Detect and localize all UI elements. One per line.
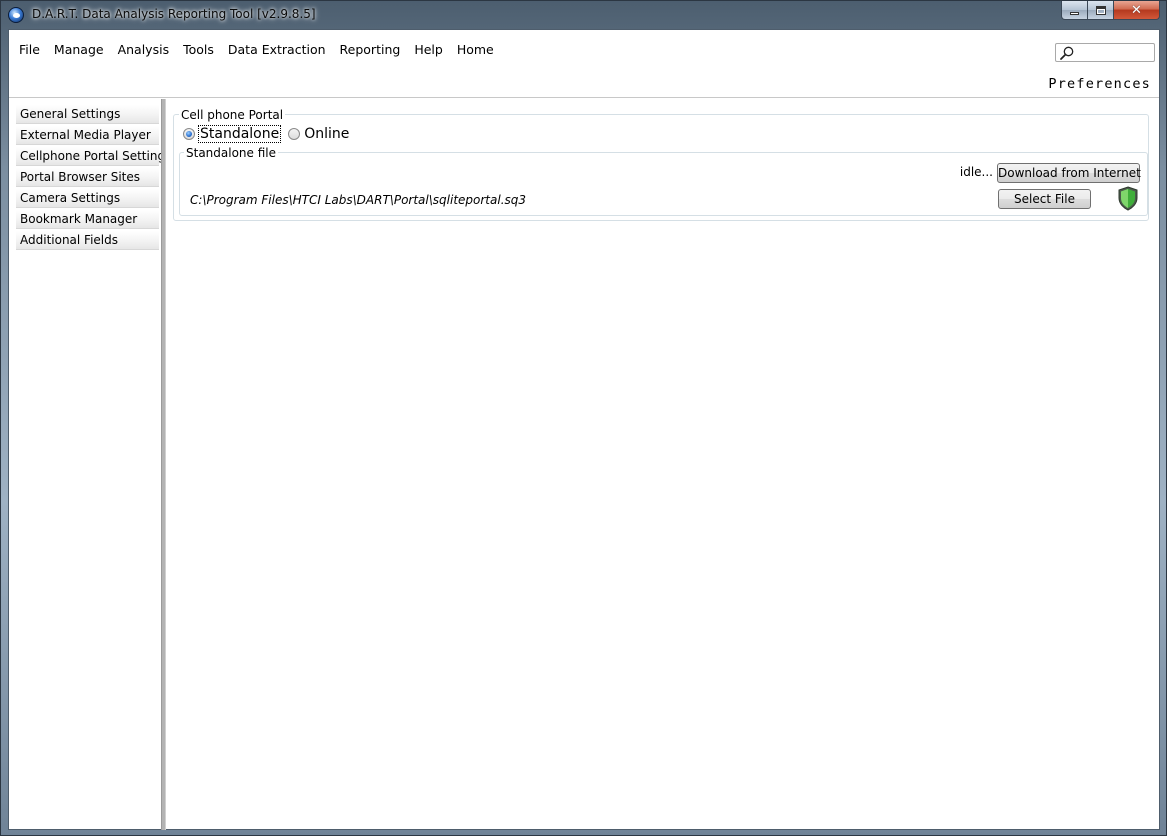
sidebar-item-camera-settings[interactable]: Camera Settings: [16, 189, 159, 208]
client-area: File Manage Analysis Tools Data Extracti…: [8, 29, 1160, 830]
menu-bar: File Manage Analysis Tools Data Extracti…: [9, 30, 1159, 98]
close-button[interactable]: ✕: [1114, 1, 1160, 20]
maximize-button[interactable]: [1088, 1, 1114, 20]
standalone-file-group: Standalone file idle... Download from In…: [179, 146, 1148, 216]
menu-analysis[interactable]: Analysis: [111, 41, 177, 58]
cell-phone-portal-legend: Cell phone Portal: [179, 108, 286, 122]
settings-content: Cell phone Portal Standalone Online Stan…: [166, 99, 1159, 829]
shield-icon: [1118, 186, 1138, 211]
app-icon[interactable]: [8, 7, 24, 23]
title-bar[interactable]: D.A.R.T. Data Analysis Reporting Tool [v…: [1, 1, 1166, 29]
standalone-file-path: C:\Program Files\HTCI Labs\DART\Portal\s…: [190, 193, 527, 207]
sidebar-item-cellphone-portal-settings[interactable]: Cellphone Portal Settings: [16, 147, 171, 166]
search-icon: [1060, 46, 1074, 60]
menu-home[interactable]: Home: [450, 41, 501, 58]
menu-tools[interactable]: Tools: [176, 41, 221, 58]
minimize-icon: [1070, 11, 1079, 15]
search-input[interactable]: [1055, 43, 1155, 62]
portal-mode-options: Standalone Online: [183, 125, 350, 143]
cell-phone-portal-group: Cell phone Portal Standalone Online Stan…: [173, 108, 1149, 221]
menu-reporting[interactable]: Reporting: [333, 41, 408, 58]
app-window: D.A.R.T. Data Analysis Reporting Tool [v…: [0, 0, 1167, 836]
sidebar-item-portal-browser-sites[interactable]: Portal Browser Sites: [16, 168, 159, 187]
menu-help[interactable]: Help: [407, 41, 450, 58]
standalone-radio[interactable]: [183, 128, 195, 140]
page-title: Preferences: [1048, 76, 1151, 92]
menu-data-extraction[interactable]: Data Extraction: [221, 41, 333, 58]
download-status: idle...: [959, 165, 993, 179]
standalone-radio-label[interactable]: Standalone: [198, 125, 282, 143]
caption-buttons: ✕: [1061, 1, 1160, 21]
standalone-file-legend: Standalone file: [184, 146, 279, 160]
settings-sidebar: General Settings External Media Player C…: [16, 105, 171, 252]
sidebar-item-external-media-player[interactable]: External Media Player: [16, 126, 159, 145]
sidebar-item-bookmark-manager[interactable]: Bookmark Manager: [16, 210, 159, 229]
maximize-icon: [1095, 5, 1106, 15]
menu-manage[interactable]: Manage: [47, 41, 111, 58]
close-icon: ✕: [1131, 2, 1142, 18]
menu-file[interactable]: File: [12, 41, 47, 58]
online-radio-label[interactable]: Online: [303, 126, 350, 142]
download-from-internet-button[interactable]: Download from Internet: [997, 163, 1141, 183]
minimize-button[interactable]: [1061, 1, 1088, 20]
menu-items: File Manage Analysis Tools Data Extracti…: [12, 41, 501, 58]
window-title: D.A.R.T. Data Analysis Reporting Tool [v…: [32, 7, 316, 21]
sidebar-item-additional-fields[interactable]: Additional Fields: [16, 231, 159, 250]
online-radio[interactable]: [288, 128, 301, 140]
select-file-button[interactable]: Select File: [998, 189, 1091, 209]
sidebar-item-general-settings[interactable]: General Settings: [16, 105, 159, 124]
